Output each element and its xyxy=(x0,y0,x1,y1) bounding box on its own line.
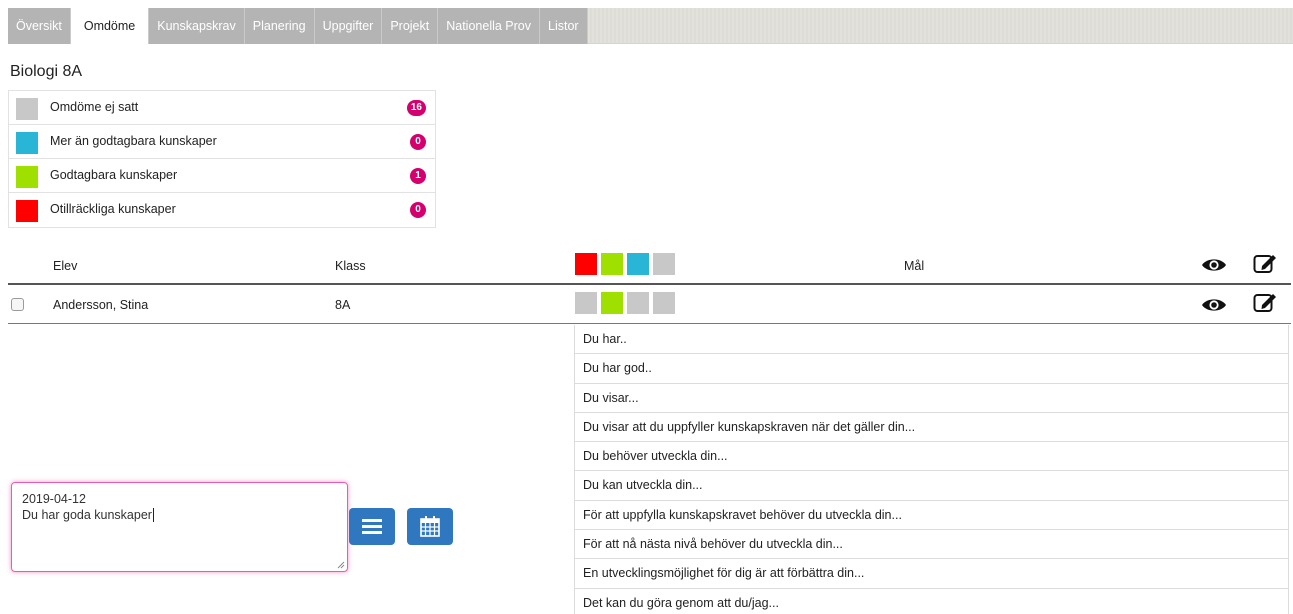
legend-label: Godtagbara kunskaper xyxy=(50,168,178,182)
legend-row-acceptable[interactable]: Godtagbara kunskaper 1 xyxy=(9,159,435,193)
edit-icon[interactable] xyxy=(1253,291,1277,313)
phrase-list-button[interactable] xyxy=(349,508,395,545)
legend-label: Mer än godtagbara kunskaper xyxy=(50,134,217,148)
legend-row-insufficient[interactable]: Otillräckliga kunskaper 0 xyxy=(9,193,435,227)
table-row[interactable]: Andersson, Stina 8A xyxy=(8,287,1291,324)
legend-swatch-grey xyxy=(16,98,38,120)
filter-swatch-blue[interactable] xyxy=(627,253,649,275)
comment-date: 2019-04-12 xyxy=(22,492,86,506)
tab-uppgifter[interactable]: Uppgifter xyxy=(314,8,383,44)
legend-row-not-set[interactable]: Omdöme ej satt 16 xyxy=(9,91,435,125)
column-header-klass[interactable]: Klass xyxy=(335,259,366,273)
phrase-item[interactable]: Du har.. xyxy=(575,325,1288,355)
tab-projekt[interactable]: Projekt xyxy=(382,8,439,44)
list-icon xyxy=(362,519,382,534)
calendar-icon xyxy=(420,516,440,537)
phrase-item[interactable]: Du visar... xyxy=(575,384,1288,413)
tab-nationella-prov[interactable]: Nationella Prov xyxy=(438,8,540,44)
grade-swatch-grey[interactable] xyxy=(627,292,649,314)
comment-textarea[interactable]: 2019-04-12 Du har goda kunskaper xyxy=(11,482,348,572)
phrase-item[interactable]: Du har god.. xyxy=(575,354,1288,384)
eye-icon[interactable] xyxy=(1201,296,1227,314)
phrase-item[interactable]: Du behöver utveckla din... xyxy=(575,442,1288,472)
phrase-item[interactable]: För att nå nästa nivå behöver du utveckl… xyxy=(575,530,1288,560)
phrase-item[interactable]: En utvecklingsmöjlighet för dig är att f… xyxy=(575,559,1288,589)
tab-planering[interactable]: Planering xyxy=(244,8,315,44)
count-badge: 16 xyxy=(406,100,426,116)
column-header-mal: Mål xyxy=(904,259,925,273)
grade-swatch-grey[interactable] xyxy=(653,292,675,314)
phrase-item[interactable]: För att uppfylla kunskapskravet behöver … xyxy=(575,501,1288,531)
grade-legend: Omdöme ej satt 16 Mer än godtagbara kuns… xyxy=(8,90,436,228)
phrase-item[interactable]: Det kan du göra genom att du/jag... xyxy=(575,589,1288,614)
legend-label: Omdöme ej satt xyxy=(50,100,139,114)
student-name[interactable]: Andersson, Stina xyxy=(53,298,148,312)
eye-icon[interactable] xyxy=(1201,256,1227,274)
phrase-item[interactable]: Du kan utveckla din... xyxy=(575,471,1288,501)
tab-oversikt[interactable]: Översikt xyxy=(8,8,71,44)
student-class: 8A xyxy=(335,298,351,312)
comment-text: Du har goda kunskaper xyxy=(22,507,337,523)
tab-omdome[interactable]: Omdöme xyxy=(70,8,150,44)
tab-kunskapskrav[interactable]: Kunskapskrav xyxy=(149,8,245,44)
legend-row-above-acceptable[interactable]: Mer än godtagbara kunskaper 0 xyxy=(9,125,435,159)
text-cursor xyxy=(152,508,154,522)
edit-icon[interactable] xyxy=(1253,252,1277,274)
tab-listor[interactable]: Listor xyxy=(540,8,588,44)
phrase-item[interactable]: Du visar att du uppfyller kunskapskraven… xyxy=(575,413,1288,443)
phrase-list: Du har.. Du har god.. Du visar... Du vis… xyxy=(574,325,1289,614)
grade-swatch-grey[interactable] xyxy=(575,292,597,314)
legend-swatch-red xyxy=(16,200,38,222)
legend-swatch-blue xyxy=(16,132,38,154)
table-header: Elev Klass Mål xyxy=(8,247,1291,285)
filter-swatch-grey[interactable] xyxy=(653,253,675,275)
legend-swatch-green xyxy=(16,166,38,188)
date-button[interactable] xyxy=(407,508,453,545)
tab-bar: Översikt Omdöme Kunskapskrav Planering U… xyxy=(8,8,1293,44)
count-badge: 0 xyxy=(410,134,426,150)
grade-swatch-green-selected[interactable] xyxy=(601,292,623,314)
resize-handle-icon[interactable] xyxy=(337,561,345,569)
filter-swatch-green[interactable] xyxy=(601,253,623,275)
count-badge: 1 xyxy=(410,168,426,184)
filter-swatch-red[interactable] xyxy=(575,253,597,275)
row-checkbox[interactable] xyxy=(11,298,24,311)
count-badge: 0 xyxy=(410,202,426,218)
tabs: Översikt Omdöme Kunskapskrav Planering U… xyxy=(8,8,588,44)
legend-label: Otillräckliga kunskaper xyxy=(50,202,176,216)
comment-text-value: Du har goda kunskaper xyxy=(22,508,152,522)
page-title: Biologi 8A xyxy=(10,63,83,80)
column-header-elev[interactable]: Elev xyxy=(53,259,77,273)
